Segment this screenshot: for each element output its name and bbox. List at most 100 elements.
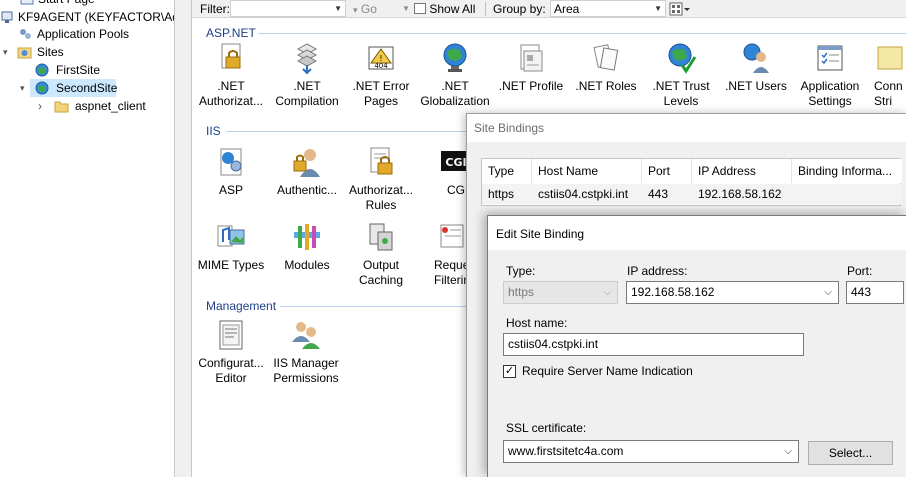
view-mode-button[interactable] [669,2,691,19]
mime-types-icon [214,220,248,254]
cell-type: https [488,187,515,201]
edit-binding-titlebar[interactable]: Edit Site Binding [488,216,906,250]
feature-net-compilation[interactable]: .NET Compilation [268,41,346,109]
select-certificate-button[interactable]: Select... [808,441,893,465]
cell-port: 443 [648,187,669,201]
tree-item-label: KF9AGENT (KEYFACTOR\Adm [18,10,174,24]
filter-input[interactable]: ▼ [230,0,346,17]
feature-net-users[interactable]: .NET Users [717,41,795,94]
collapse-chevron-icon[interactable]: ▾ [3,43,13,61]
feature-request-filtering[interactable]: Reque Filterin [417,220,470,288]
bindings-list[interactable]: Type Host Name Port IP Address Binding I… [481,158,902,206]
tree-item-server[interactable]: KF9AGENT (KEYFACTOR\Adm [0,8,174,26]
svg-text:404: 404 [374,62,388,70]
expand-chevron-icon[interactable]: › [38,97,48,115]
cell-ip-address: 192.168.58.162 [698,187,782,201]
group-divider [258,33,906,34]
host-name-field[interactable]: cstiis04.cstpki.int [503,333,804,356]
trust-globe-icon [664,41,698,75]
show-all-button[interactable]: Show All [414,1,475,17]
dropdown-arrow-icon[interactable]: ▼ [654,4,662,13]
group-divider [280,306,480,307]
sni-checkbox[interactable]: ✓ [503,365,516,378]
feature-connection-strings[interactable]: Conn Stri [868,41,906,109]
column-header-host-name[interactable]: Host Name [532,159,642,183]
feature-net-error-pages[interactable]: ! 404 .NET Error Pages [342,41,420,109]
feature-label: Conn Stri [874,79,903,108]
application-pools-icon [18,27,33,41]
feature-net-globalization[interactable]: .NET Globalization [416,41,494,109]
feature-label: .NET Error Pages [352,79,410,108]
group-divider [226,131,506,132]
port-field[interactable]: 443 [846,281,904,304]
feature-label: .NET Profile [498,79,564,93]
feature-net-trust-levels[interactable]: .NET Trust Levels [642,41,720,109]
go-dropdown-icon[interactable]: ▼ [402,4,410,13]
chevron-down-icon[interactable]: ⌵ [824,282,832,303]
feature-label: Modules [284,258,330,272]
chevron-down-icon[interactable]: ⌵ [784,441,792,462]
feature-label: ASP [218,183,243,197]
start-page-icon [20,0,35,6]
sni-label: Require Server Name Indication [522,364,693,378]
group-header-aspnet: ASP.NET [206,26,256,40]
column-header-port[interactable]: Port [642,159,692,183]
dropdown-arrow-icon[interactable]: ▼ [334,4,342,13]
feature-label: .NET Trust Levels [652,79,710,108]
port-label: Port: [847,264,873,278]
feature-cgi[interactable]: CGI CGI [417,145,471,198]
feature-iis-manager-permissions[interactable]: IIS Manager Permissions [267,318,345,386]
tree-item-label: SecondSite [56,81,118,95]
column-header-binding-info[interactable]: Binding Informa... [792,159,902,183]
tree-item-start-page[interactable]: Start Page [0,0,174,8]
config-editor-icon [214,318,248,352]
globe-icon [438,41,472,75]
ip-address-select[interactable]: 192.168.58.162 ⌵ [626,281,839,304]
go-button[interactable]: ▾ Go [353,1,377,18]
ssl-certificate-select[interactable]: www.firstsitetc4a.com ⌵ [503,440,799,463]
sites-folder-icon [17,45,32,59]
group-by-select[interactable]: Area ▼ [550,0,666,17]
column-header-ip-address[interactable]: IP Address [692,159,792,183]
roles-icon [589,41,623,75]
tree-item-firstsite[interactable]: FirstSite [0,61,174,79]
collapse-chevron-icon[interactable]: ▾ [20,79,25,97]
feature-mime-types[interactable]: MIME Types [192,220,270,273]
tree-item-label: Application Pools [37,27,130,41]
feature-label: Authorizat... Rules [348,183,414,212]
server-icon [0,10,15,24]
tree-item-secondsite[interactable]: SecondSite [30,79,118,97]
feature-net-roles[interactable]: .NET Roles [567,41,645,94]
tree-item-sites[interactable]: ▾ Sites [0,43,174,61]
feature-configuration-editor[interactable]: Configurat... Editor [192,318,270,386]
site-bindings-titlebar[interactable]: Site Bindings [467,114,906,142]
tree-item-label: aspnet_client [75,99,146,113]
error-404-icon: ! 404 [364,41,398,75]
filter-label: Filter: [200,2,230,16]
group-header-management: Management [206,299,277,313]
lock-document-icon [214,41,248,75]
feature-modules[interactable]: Modules [268,220,346,273]
show-all-icon [414,3,426,14]
feature-net-authorization[interactable]: .NET Authorizat... [192,41,270,109]
feature-application-settings[interactable]: Application Settings [791,41,869,109]
ssl-certificate-label: SSL certificate: [506,421,587,435]
host-name-label: Host name: [506,316,568,330]
chevron-down-icon: ⌵ [603,287,611,298]
feature-label: .NET Compilation [275,79,339,108]
feature-label: .NET Users [725,79,787,93]
feature-authorization-rules[interactable]: Authorizat... Rules [342,145,420,213]
edit-site-binding-dialog: Edit Site Binding Type: https ⌵ IP addre… [487,215,906,477]
feature-label: .NET Authorizat... [198,79,264,108]
splitter[interactable] [175,0,191,477]
tree-item-application-pools[interactable]: Application Pools [0,25,174,43]
feature-label: IIS Manager Permissions [273,356,339,385]
feature-authentication[interactable]: Authentic... [268,145,346,198]
authentication-icon [290,145,324,179]
tree-item-aspnet-client[interactable]: › aspnet_client [0,97,174,115]
toolbar-separator [485,2,486,16]
feature-net-profile[interactable]: .NET Profile [492,41,570,94]
feature-output-caching[interactable]: Output Caching [342,220,420,288]
feature-asp[interactable]: ASP [192,145,270,198]
column-header-type[interactable]: Type [482,159,532,183]
